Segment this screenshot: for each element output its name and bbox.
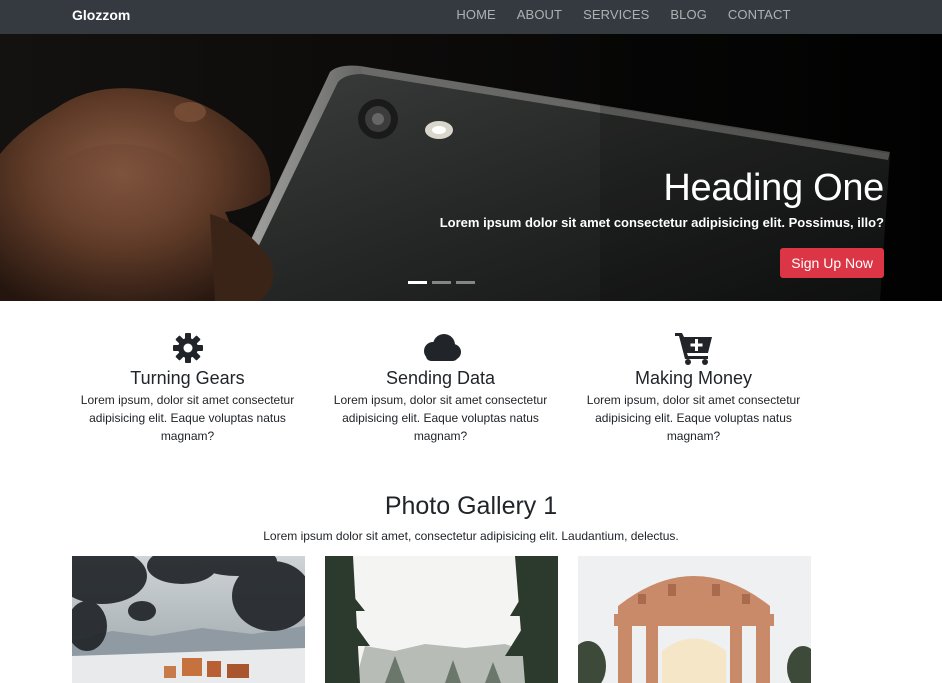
hero-text: Lorem ipsum dolor sit amet consectetur a…: [439, 215, 884, 230]
cart-plus-icon: [567, 331, 820, 365]
gear-icon: [61, 331, 314, 365]
feature-card: Turning Gears Lorem ipsum, dolor sit ame…: [61, 331, 314, 445]
feature-title: Sending Data: [385, 368, 496, 388]
feature-title: Making Money: [634, 368, 753, 388]
feature-card: Sending Data Lorem ipsum, dolor sit amet…: [314, 331, 567, 445]
gallery-photo[interactable]: [578, 556, 811, 683]
gallery-photo-image: [578, 556, 811, 683]
gallery-photo-image: [72, 556, 305, 683]
carousel-indicator-2[interactable]: [432, 281, 451, 284]
gallery-photo[interactable]: [72, 556, 305, 683]
feature-text: Lorem ipsum, dolor sit amet consectetur …: [333, 393, 548, 443]
sign-up-button[interactable]: Sign Up Now: [780, 248, 884, 278]
cloud-icon: [314, 331, 567, 365]
hero-heading: Heading One: [663, 167, 884, 209]
gallery-subtitle: Lorem ipsum dolor sit amet, consectetur …: [263, 529, 679, 543]
brand-logo[interactable]: Glozzom: [72, 6, 130, 24]
carousel-indicator-3[interactable]: [456, 281, 475, 284]
nav-link-about[interactable]: ABOUT: [506, 0, 572, 34]
features-section: Turning Gears Lorem ipsum, dolor sit ame…: [61, 331, 821, 445]
feature-title: Turning Gears: [130, 368, 245, 388]
gallery-title: Photo Gallery 1: [384, 492, 558, 520]
nav-link-blog[interactable]: BLOG: [660, 0, 718, 34]
feature-text: Lorem ipsum, dolor sit amet consectetur …: [80, 393, 295, 443]
gallery-photo-image: [325, 556, 558, 683]
feature-text: Lorem ipsum, dolor sit amet consectetur …: [586, 393, 801, 443]
gallery-photo[interactable]: [325, 556, 558, 683]
nav-link-services[interactable]: SERVICES: [573, 0, 660, 34]
carousel-indicators: [408, 281, 475, 284]
carousel-caption: Heading One Lorem ipsum dolor sit amet c…: [440, 166, 884, 278]
nav-links: HOME ABOUT SERVICES BLOG CONTACT: [446, 0, 801, 34]
nav-link-home[interactable]: HOME: [446, 0, 506, 34]
hero-carousel[interactable]: Heading One Lorem ipsum dolor sit amet c…: [0, 34, 942, 301]
navbar: Glozzom HOME ABOUT SERVICES BLOG CONTACT: [0, 0, 942, 34]
nav-link-contact[interactable]: CONTACT: [717, 0, 801, 34]
carousel-indicator-1[interactable]: [408, 281, 427, 284]
feature-card: Making Money Lorem ipsum, dolor sit amet…: [567, 331, 820, 445]
